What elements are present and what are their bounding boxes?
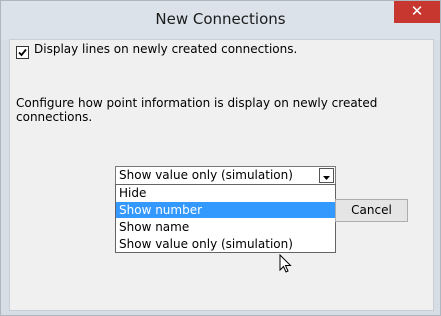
checkbox-label: Display lines on newly created connectio… — [34, 42, 298, 56]
dialog-title: New Connections — [155, 10, 286, 28]
dropdown-option-hide[interactable]: Hide — [116, 185, 335, 201]
dropdown-option-show-value-only[interactable]: Show value only (simulation) — [116, 236, 335, 252]
dropdown-option-show-name[interactable]: Show name — [116, 219, 335, 235]
cancel-button[interactable]: Cancel — [335, 199, 408, 222]
combo-dropdown-button[interactable] — [319, 168, 334, 183]
title-bar: New Connections ✕ — [1, 1, 440, 40]
combo-selected-value: Show value only (simulation) — [119, 168, 293, 182]
dropdown-option-show-number[interactable]: Show number — [116, 202, 335, 218]
point-info-combobox[interactable]: Show value only (simulation) — [115, 166, 336, 185]
display-lines-checkbox[interactable] — [16, 46, 29, 59]
description-text: Configure how point information is displ… — [16, 96, 378, 124]
close-icon: ✕ — [410, 2, 424, 20]
close-button[interactable]: ✕ — [394, 1, 440, 23]
chevron-down-icon — [323, 176, 330, 180]
dropdown-list: Hide Show number Show name Show value on… — [115, 184, 336, 253]
mouse-pointer-icon — [279, 254, 292, 273]
checkmark-icon — [18, 48, 27, 57]
